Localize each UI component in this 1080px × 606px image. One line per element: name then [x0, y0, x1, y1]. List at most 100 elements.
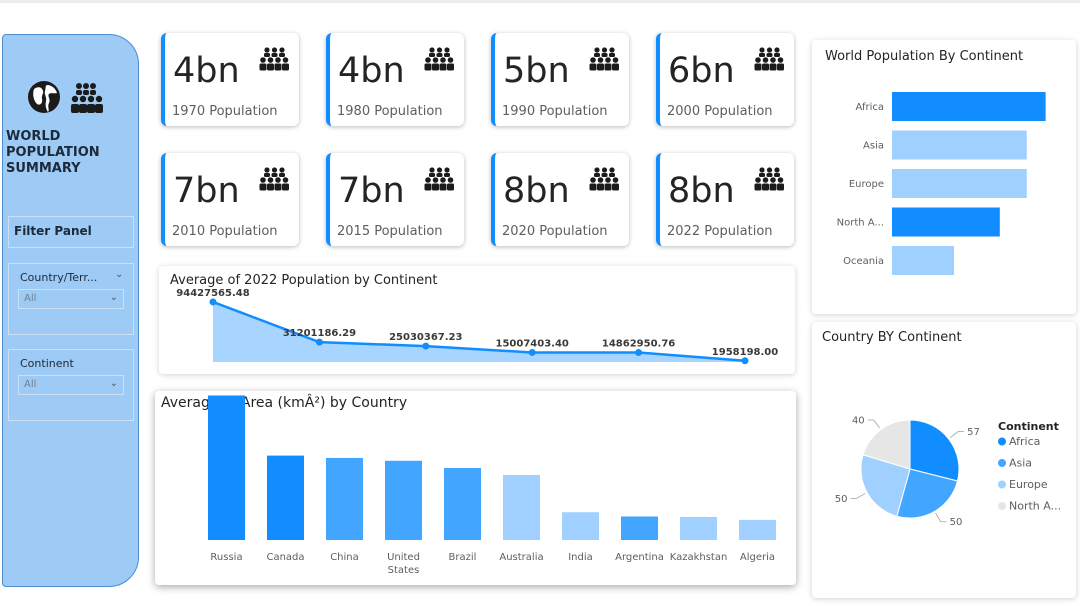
- data-point: [422, 342, 430, 350]
- bar: [444, 468, 481, 540]
- bar: [892, 130, 1027, 160]
- person-body: [774, 173, 780, 177]
- leader-line: [949, 431, 965, 438]
- category-label: Oceania: [843, 256, 884, 267]
- person-head: [282, 177, 289, 183]
- person-body: [264, 53, 270, 57]
- data-point: [315, 338, 323, 346]
- slice-label: 50: [950, 517, 963, 528]
- person-body: [594, 53, 600, 57]
- person-head: [597, 177, 604, 183]
- kpi-card-1980: 4bn 1980 Population: [326, 33, 464, 126]
- data-label: 94427565.48: [176, 288, 249, 299]
- people-shapes: [424, 167, 454, 191]
- chevron-down-icon: ⌄: [109, 378, 118, 389]
- country-dropdown[interactable]: All ⌄: [18, 289, 124, 309]
- person-head: [755, 177, 761, 183]
- sidebar-title: WORLD POPULATION SUMMARY: [6, 129, 100, 176]
- person-head: [759, 47, 765, 53]
- person-head: [271, 167, 278, 173]
- data-label: 15007403.40: [496, 338, 569, 349]
- person-head: [774, 47, 780, 53]
- kpi-card-2010: 7bn 2010 Population: [161, 153, 299, 246]
- person-head: [755, 57, 761, 63]
- person-body: [754, 63, 762, 71]
- person-body: [282, 63, 289, 71]
- person-head: [609, 47, 615, 53]
- data-point: [635, 349, 643, 357]
- category-label: Asia: [863, 141, 884, 152]
- legend-marker: [998, 480, 1006, 489]
- kpi-card-2015: 7bn 2015 Population: [326, 153, 464, 246]
- person-body: [612, 63, 619, 71]
- person-body: [424, 63, 432, 71]
- person-body: [444, 53, 450, 57]
- person-head: [759, 167, 765, 173]
- person-head: [279, 167, 285, 173]
- continent-dropdown[interactable]: All ⌄: [18, 375, 124, 395]
- person-head: [440, 177, 446, 183]
- legend-marker: [998, 459, 1006, 467]
- bar: [892, 169, 1027, 198]
- kpi-label: 2022 Population: [667, 224, 773, 239]
- leader-line: [935, 512, 947, 523]
- person-head: [762, 177, 769, 183]
- person-head: [590, 177, 596, 183]
- leader-line: [867, 419, 880, 429]
- data-point: [209, 298, 217, 306]
- data-label: 31201186.29: [283, 328, 356, 339]
- person-head: [432, 177, 439, 183]
- person-head: [429, 47, 435, 53]
- person-body: [271, 173, 278, 177]
- slice-label: 57: [967, 427, 980, 438]
- legend-item: North A...: [1009, 500, 1061, 513]
- kpi-card-1990: 5bn 1990 Population: [491, 33, 629, 126]
- person-body: [604, 183, 612, 191]
- person-body: [436, 53, 443, 57]
- tick-label: India: [568, 552, 593, 563]
- people-group-icon: [424, 47, 454, 71]
- globe-icon: [28, 81, 60, 113]
- data-point: [528, 348, 536, 356]
- person-head: [590, 57, 596, 63]
- data-point: [741, 357, 749, 365]
- people-group-icon: [259, 167, 289, 191]
- slice-label: 50: [835, 494, 848, 505]
- person-head: [436, 167, 443, 173]
- kpi-value: 8bn: [503, 171, 570, 211]
- person-body: [267, 63, 274, 71]
- person-body: [597, 183, 604, 191]
- people-group-icon: [71, 83, 103, 113]
- person-body: [766, 53, 773, 57]
- legend-item: Europe: [1009, 478, 1048, 491]
- person-head: [260, 177, 266, 183]
- slice-label: 40: [852, 415, 865, 426]
- person-head: [594, 167, 600, 173]
- people-shapes: [754, 47, 784, 71]
- kpi-label: 2020 Population: [502, 224, 608, 239]
- person-body: [769, 183, 777, 191]
- chevron-down-icon[interactable]: ⌄: [115, 269, 123, 280]
- country-by-continent-chart-panel: Country BY Continent 57 50 50 40 Continent Af…: [812, 322, 1076, 598]
- person-body: [589, 183, 597, 191]
- tick-label: States: [388, 565, 420, 576]
- people-shapes: [259, 47, 289, 71]
- person-head: [264, 47, 270, 53]
- person-head: [777, 177, 784, 183]
- person-body: [424, 183, 432, 191]
- person-body: [774, 53, 780, 57]
- legend-marker: [998, 502, 1006, 510]
- person-head: [766, 47, 773, 53]
- person-body: [754, 183, 762, 191]
- person-body: [601, 53, 608, 57]
- people-group-icon: [754, 167, 784, 191]
- person-head: [601, 47, 608, 53]
- person-head: [609, 167, 615, 173]
- person-head: [612, 57, 619, 63]
- person-body: [259, 183, 267, 191]
- kpi-value: 7bn: [173, 171, 240, 211]
- person-head: [597, 57, 604, 63]
- tick-label: Argentina: [615, 552, 664, 563]
- person-head: [425, 177, 431, 183]
- top-divider: [0, 0, 1080, 3]
